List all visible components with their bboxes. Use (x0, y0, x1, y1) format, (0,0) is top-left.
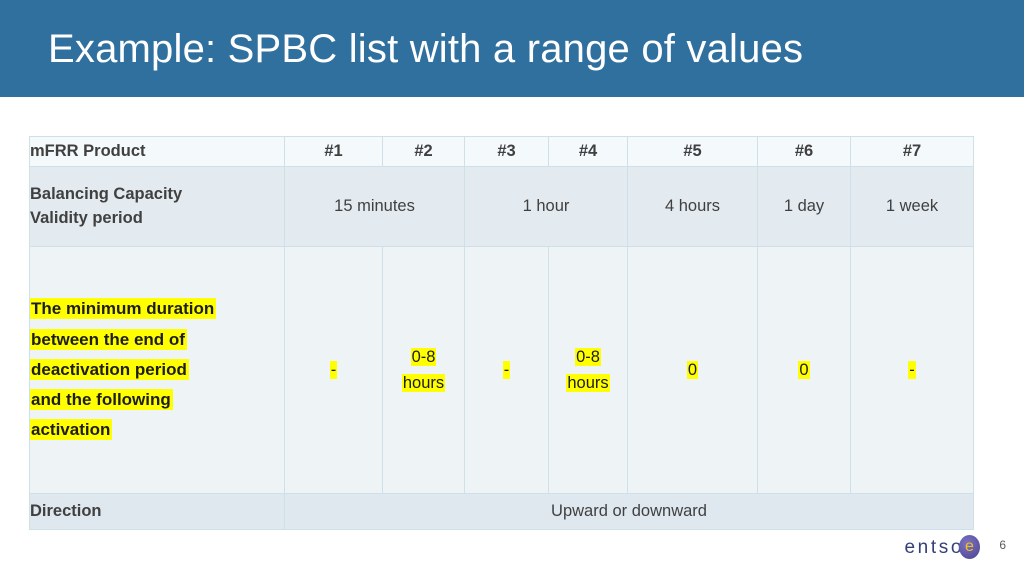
minimum-duration-label-text: The minimum duration between the end of … (30, 294, 284, 445)
column-header-4: #4 (548, 136, 628, 167)
minimum-label-line-2: between the end of (30, 328, 187, 350)
page-title: Example: SPBC list with a range of value… (48, 27, 804, 71)
table-header-label: mFRR Product (29, 136, 285, 167)
entsoe-logo-mark-icon: e (959, 535, 980, 559)
cell-minimum-4: 0-8 hours (548, 246, 628, 494)
minimum-label-line-3: deactivation period (30, 358, 189, 380)
entsoe-logo-mark-letter: e (965, 538, 974, 555)
cell-minimum-1-value: - (329, 360, 338, 379)
cell-minimum-2-value-line-1: 0-8 (410, 347, 437, 366)
column-header-5: #5 (627, 136, 758, 167)
cell-minimum-7-value: - (908, 360, 916, 379)
cell-minimum-5: 0 (627, 246, 758, 494)
row-label-validity-period: Balancing Capacity Validity period (29, 166, 285, 247)
row-label-minimum-duration: The minimum duration between the end of … (29, 246, 285, 494)
table-row-minimum-duration: The minimum duration between the end of … (29, 246, 974, 494)
cell-validity-15-minutes: 15 minutes (284, 166, 465, 247)
cell-minimum-4-value-line-2: hours (566, 374, 610, 392)
column-header-2: #2 (382, 136, 465, 167)
row-label-line-2: Validity period (30, 208, 143, 227)
table-row-direction: Direction Upward or downward (29, 493, 974, 530)
page-number: 6 (999, 538, 1006, 552)
slide-footer: entso e 6 (0, 528, 1024, 576)
row-label-line-1: Balancing Capacity (30, 184, 183, 203)
column-header-6: #6 (757, 136, 851, 167)
cell-minimum-6-value: 0 (798, 360, 810, 379)
entsoe-logo: entso e (905, 534, 980, 560)
column-header-7: #7 (850, 136, 974, 167)
column-header-1: #1 (284, 136, 383, 167)
cell-minimum-3: - (464, 246, 549, 494)
cell-minimum-2: 0-8 hours (382, 246, 465, 494)
cell-validity-4-hours: 4 hours (627, 166, 758, 247)
cell-validity-1-week: 1 week (850, 166, 974, 247)
cell-minimum-2-value-line-2: hours (401, 374, 446, 392)
cell-validity-1-hour: 1 hour (464, 166, 628, 247)
cell-minimum-1: - (284, 246, 383, 494)
minimum-label-line-5: activation (30, 419, 113, 441)
entsoe-logo-text: entso (904, 536, 964, 558)
slide-title-bar: Example: SPBC list with a range of value… (0, 0, 1024, 97)
cell-minimum-3-value: - (502, 360, 511, 379)
cell-direction-value: Upward or downward (284, 493, 974, 530)
cell-validity-1-day: 1 day (757, 166, 851, 247)
spbc-product-table: mFRR Product #1 #2 #3 #4 #5 #6 #7 Balanc… (29, 136, 974, 530)
cell-minimum-7: - (850, 246, 974, 494)
minimum-label-line-4: and the following (30, 389, 173, 411)
cell-minimum-4-value-line-1: 0-8 (575, 347, 601, 366)
cell-minimum-5-value: 0 (686, 360, 699, 379)
column-header-3: #3 (464, 136, 549, 167)
minimum-label-line-1: The minimum duration (30, 298, 217, 320)
table-header-row: mFRR Product #1 #2 #3 #4 #5 #6 #7 (29, 136, 974, 167)
table-row-validity-period: Balancing Capacity Validity period 15 mi… (29, 166, 974, 247)
row-label-direction: Direction (29, 493, 285, 530)
cell-minimum-6: 0 (757, 246, 851, 494)
